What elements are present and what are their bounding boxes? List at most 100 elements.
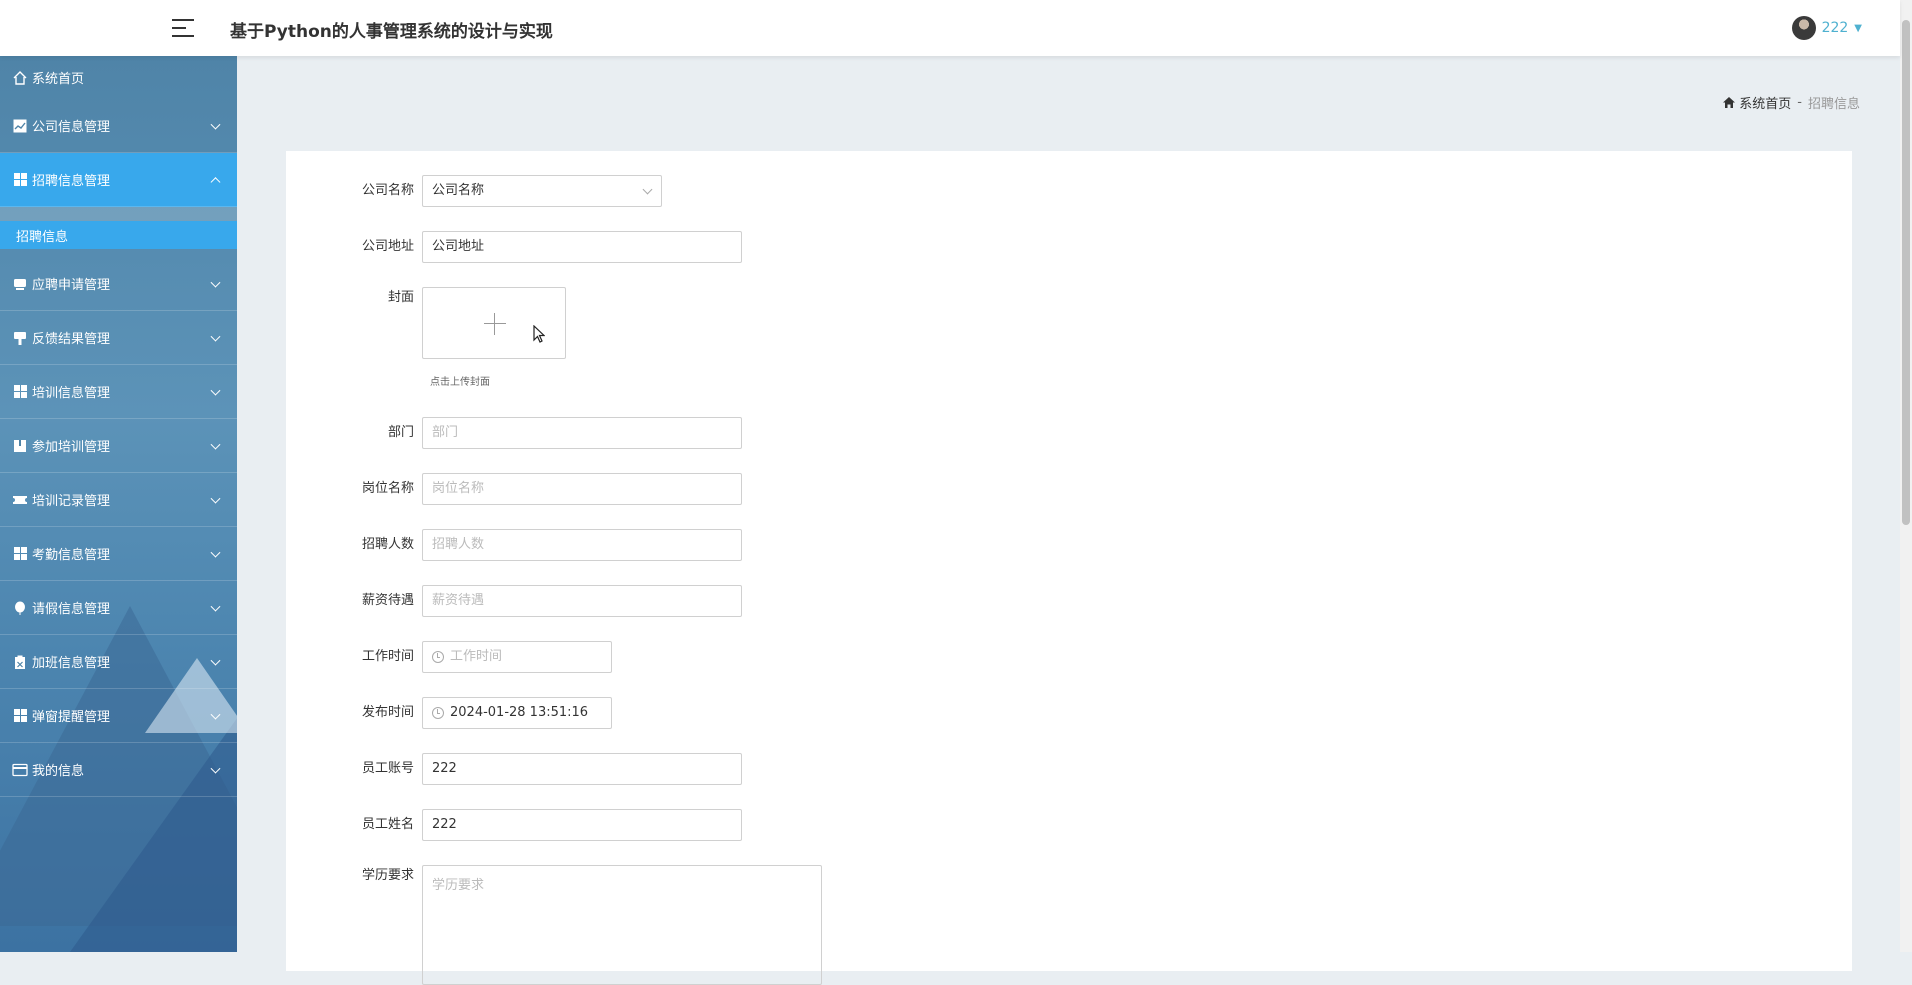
publish-time-picker[interactable]: 2024-01-28 13:51:16 [422, 697, 612, 729]
sidebar-item-label: 培训记录管理 [32, 494, 111, 509]
avatar [1791, 16, 1816, 40]
company-name-select[interactable]: 公司名称 [422, 175, 662, 207]
sidebar-item-label: 招聘信息管理 [32, 174, 111, 189]
sidebar-item-my-info[interactable]: 我的信息 [0, 743, 237, 797]
company-address-label: 公司地址 [361, 239, 414, 254]
form-row-education: 学历要求 学历要求 [286, 865, 822, 985]
breadcrumb-current: 招聘信息 [1807, 97, 1860, 112]
work-time-picker[interactable]: 工作时间 [422, 641, 612, 673]
form-row-employee-name: 员工姓名 222 [286, 809, 742, 841]
sidebar-item-label: 加班信息管理 [32, 656, 111, 671]
company-name-value: 公司名称 [432, 183, 485, 198]
sidebar-item-applications[interactable]: 应聘申请管理 [0, 257, 237, 311]
salary-label: 薪资待遇 [361, 593, 414, 608]
sidebar-item-attendance[interactable]: 考勤信息管理 [0, 527, 237, 581]
grid-icon [12, 172, 28, 188]
education-label: 学历要求 [361, 868, 414, 883]
department-label: 部门 [387, 425, 414, 440]
page-scrollbar[interactable] [1900, 0, 1912, 952]
book-icon [12, 438, 28, 454]
chevron-up-icon [210, 176, 221, 187]
sidebar-subitem-recruitment-info[interactable]: 招聘信息 [0, 221, 237, 249]
form-row-publish-time: 发布时间 2024-01-28 13:51:16 [286, 697, 612, 729]
sidebar-item-recruitment[interactable]: 招聘信息管理 [0, 153, 237, 207]
breadcrumb-home[interactable]: 系统首页 [1723, 93, 1791, 112]
user-name: 222 [1821, 20, 1849, 36]
sidebar-item-training-records[interactable]: 培训记录管理 [0, 473, 237, 527]
grid-icon [12, 546, 28, 562]
sidebar-item-overtime[interactable]: 加班信息管理 [0, 635, 237, 689]
employee-account-label: 员工账号 [361, 761, 414, 776]
sidebar-item-label: 我的信息 [32, 764, 85, 779]
plus-icon [484, 323, 506, 324]
sidebar: 系统首页 公司信息管理 招聘信息管理 招聘信息 应聘申请管理 反馈结果管理 培训… [0, 56, 237, 952]
department-input[interactable]: 部门 [422, 417, 742, 449]
form-row-work-time: 工作时间 工作时间 [286, 641, 612, 673]
sidebar-item-home[interactable]: 系统首页 [0, 56, 237, 99]
card-icon [12, 762, 28, 778]
education-textarea[interactable]: 学历要求 [422, 865, 822, 985]
work-time-label: 工作时间 [361, 649, 414, 664]
monitor-icon [12, 276, 28, 292]
sidebar-item-label: 反馈结果管理 [32, 332, 111, 347]
form-row-department: 部门 部门 [286, 417, 742, 449]
home-icon [12, 70, 28, 86]
sidebar-item-feedback[interactable]: 反馈结果管理 [0, 311, 237, 365]
position-label: 岗位名称 [361, 481, 414, 496]
sidebar-item-label: 考勤信息管理 [32, 548, 111, 563]
chevron-down-icon [210, 601, 221, 612]
brush-icon [12, 330, 28, 346]
headcount-label: 招聘人数 [361, 537, 414, 552]
headcount-input[interactable]: 招聘人数 [422, 529, 742, 561]
form-row-employee-account: 员工账号 222 [286, 753, 742, 785]
publish-time-label: 发布时间 [361, 705, 414, 720]
cover-upload[interactable] [422, 287, 566, 359]
cover-label: 封面 [387, 290, 414, 305]
grid-icon [12, 708, 28, 724]
form-row-company-name: 公司名称 公司名称 [286, 175, 662, 207]
sidebar-item-popup-reminders[interactable]: 弹窗提醒管理 [0, 689, 237, 743]
sidebar-item-leave[interactable]: 请假信息管理 [0, 581, 237, 635]
home-icon [1723, 97, 1736, 108]
mouse-cursor-icon [533, 325, 545, 343]
sidebar-item-label: 公司信息管理 [32, 120, 111, 135]
cover-upload-hint: 点击上传封面 [430, 377, 490, 388]
sidebar-item-training[interactable]: 培训信息管理 [0, 365, 237, 419]
form-row-cover: 封面 [286, 287, 566, 359]
chevron-down-icon [210, 385, 221, 396]
user-menu[interactable]: 222 ▼ [1791, 16, 1862, 40]
form-row-position: 岗位名称 岗位名称 [286, 473, 742, 505]
menu-toggle-icon[interactable] [172, 18, 194, 38]
chevron-down-icon [210, 277, 221, 288]
form-card: 公司名称 公司名称 公司地址 公司地址 封面 点击上传封面 部门 部门 岗位名称… [286, 151, 1852, 985]
form-row-salary: 薪资待遇 薪资待遇 [286, 585, 742, 617]
sidebar-item-label: 请假信息管理 [32, 602, 111, 617]
chart-icon [12, 118, 28, 134]
work-time-placeholder: 工作时间 [450, 649, 503, 664]
position-input[interactable]: 岗位名称 [422, 473, 742, 505]
chevron-down-icon [642, 184, 653, 195]
employee-name-input[interactable]: 222 [422, 809, 742, 841]
ticket-icon [12, 492, 28, 508]
chevron-down-icon [210, 709, 221, 720]
top-header: 基于Python的人事管理系统的设计与实现 222 ▼ [0, 0, 1900, 56]
sidebar-item-company[interactable]: 公司信息管理 [0, 99, 237, 153]
sidebar-item-label: 参加培训管理 [32, 440, 111, 455]
sidebar-item-label: 弹窗提醒管理 [32, 710, 111, 725]
chevron-down-icon [210, 439, 221, 450]
company-address-input[interactable]: 公司地址 [422, 231, 742, 263]
caret-down-icon: ▼ [1854, 22, 1862, 34]
breadcrumb-separator: - [1797, 95, 1802, 110]
sidebar-item-join-training[interactable]: 参加培训管理 [0, 419, 237, 473]
form-row-headcount: 招聘人数 招聘人数 [286, 529, 742, 561]
employee-account-input[interactable]: 222 [422, 753, 742, 785]
chevron-down-icon [210, 331, 221, 342]
chevron-down-icon [210, 493, 221, 504]
salary-input[interactable]: 薪资待遇 [422, 585, 742, 617]
grid-icon [12, 384, 28, 400]
breadcrumb: 系统首页 - 招聘信息 [1723, 93, 1860, 112]
scrollbar-thumb[interactable] [1902, 20, 1910, 525]
sidebar-item-label: 应聘申请管理 [32, 278, 111, 293]
clock-icon [432, 707, 444, 719]
balloon-icon [12, 600, 28, 616]
